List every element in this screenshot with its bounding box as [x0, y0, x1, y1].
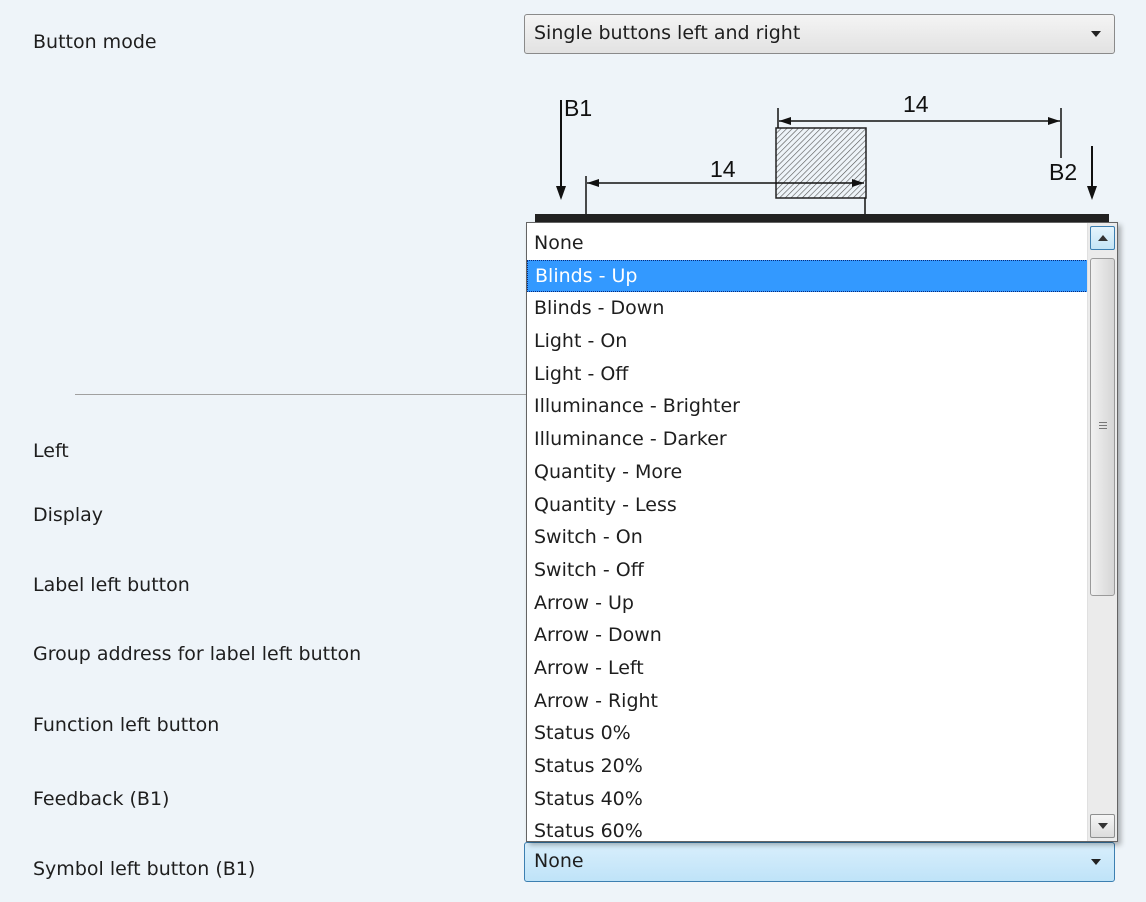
- label-left-button-label: Label left button: [33, 574, 190, 596]
- button-mode-label: Button mode: [33, 31, 157, 53]
- dropdown-option[interactable]: Illuminance - Darker: [527, 423, 1088, 456]
- symbol-left-button-label: Symbol left button (B1): [33, 858, 256, 880]
- grip-line: [1099, 422, 1107, 423]
- dropdown-option[interactable]: Switch - Off: [527, 554, 1088, 587]
- left-section-label: Left: [33, 440, 69, 462]
- symbol-dropdown-list[interactable]: None Blinds - Up Blinds - Down Light - On Li…: [526, 222, 1118, 842]
- scroll-down-button[interactable]: [1090, 814, 1115, 838]
- button-layout-diagram: B1 B2 14 14: [535, 91, 1109, 222]
- display-label: Display: [33, 504, 104, 526]
- dropdown-option[interactable]: None: [527, 227, 1088, 260]
- symbol-select-value: None: [534, 850, 584, 872]
- dimension-top-label: 14: [903, 91, 929, 117]
- dropdown-option[interactable]: Light - On: [527, 325, 1088, 358]
- button-mode-value: Single buttons left and right: [534, 22, 801, 44]
- dropdown-option[interactable]: Status 60%: [527, 815, 1088, 841]
- symbol-left-button-select[interactable]: None: [524, 842, 1115, 882]
- dropdown-scrollbar[interactable]: [1087, 223, 1117, 841]
- dropdown-option[interactable]: Switch - On: [527, 521, 1088, 554]
- chevron-down-icon: [1091, 859, 1101, 865]
- dropdown-option[interactable]: Arrow - Right: [527, 685, 1088, 718]
- chevron-down-icon: [1091, 31, 1101, 37]
- dropdown-option[interactable]: Quantity - More: [527, 456, 1088, 489]
- grip-line: [1099, 425, 1107, 426]
- dropdown-option[interactable]: Status 20%: [527, 750, 1088, 783]
- arrow-down-icon: [1098, 823, 1108, 829]
- dropdown-option[interactable]: Light - Off: [527, 358, 1088, 391]
- b1-label: B1: [564, 95, 592, 121]
- b2-label: B2: [1049, 159, 1077, 185]
- dropdown-option[interactable]: Arrow - Up: [527, 587, 1088, 620]
- dropdown-option[interactable]: Quantity - Less: [527, 489, 1088, 522]
- dropdown-option[interactable]: Arrow - Left: [527, 652, 1088, 685]
- dropdown-option[interactable]: Illuminance - Brighter: [527, 390, 1088, 423]
- dropdown-option[interactable]: Arrow - Down: [527, 619, 1088, 652]
- scrollbar-thumb[interactable]: [1090, 258, 1115, 596]
- hatched-symbol-block: [775, 127, 867, 199]
- group-address-label: Group address for label left button: [33, 643, 362, 665]
- function-left-button-label: Function left button: [33, 714, 220, 736]
- dropdown-options: None Blinds - Up Blinds - Down Light - On Li…: [527, 227, 1088, 841]
- section-separator: [75, 394, 527, 395]
- dimension-bottom-label: 14: [710, 156, 736, 182]
- scroll-up-button[interactable]: [1090, 226, 1115, 250]
- dropdown-option[interactable]: Status 40%: [527, 783, 1088, 816]
- button-mode-select[interactable]: Single buttons left and right: [524, 14, 1115, 54]
- arrow-up-icon: [1098, 235, 1108, 241]
- feedback-b1-label: Feedback (B1): [33, 788, 170, 810]
- grip-line: [1099, 428, 1107, 429]
- dropdown-option[interactable]: Blinds - Up: [527, 259, 1088, 293]
- dropdown-option[interactable]: Blinds - Down: [527, 292, 1088, 325]
- dropdown-option[interactable]: Status 0%: [527, 717, 1088, 750]
